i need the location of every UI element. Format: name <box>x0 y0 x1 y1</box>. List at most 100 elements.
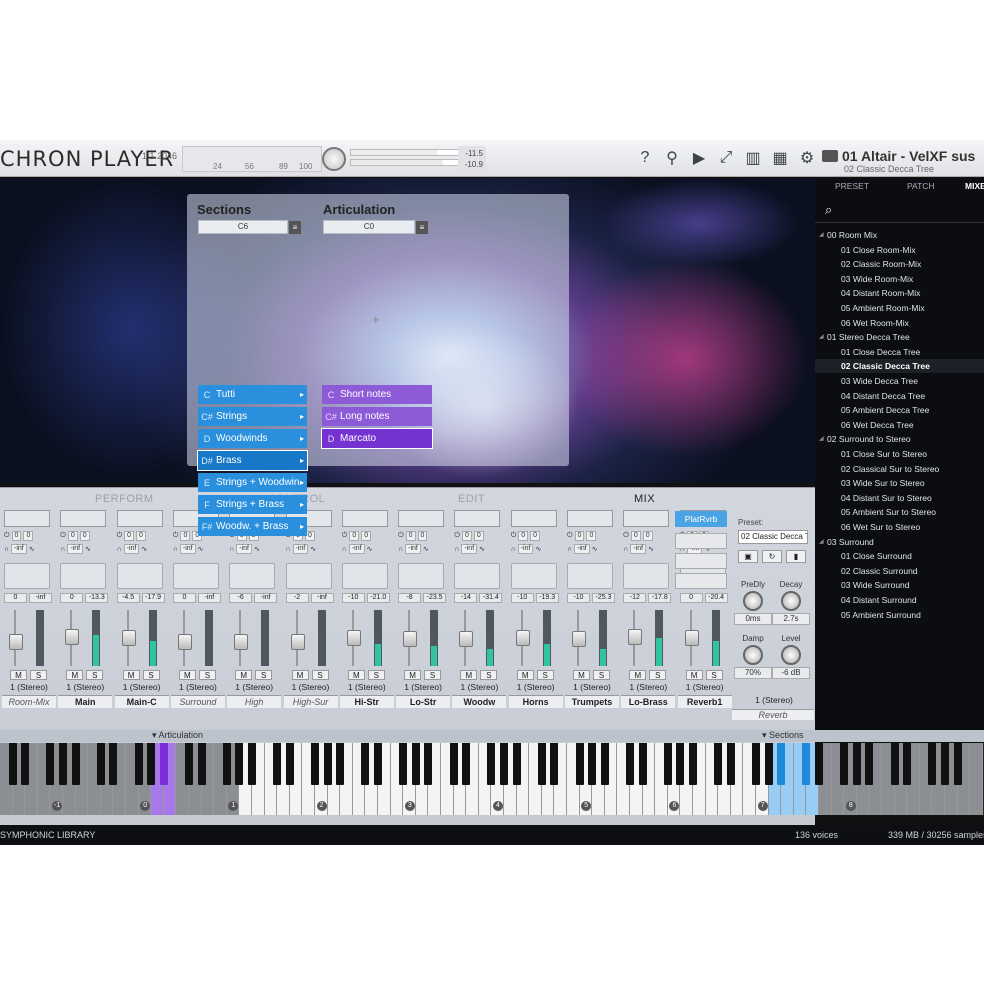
black-key[interactable] <box>248 743 256 785</box>
fader-cap[interactable] <box>65 628 80 645</box>
black-key[interactable] <box>689 743 697 785</box>
chip-icon[interactable]: ▦ <box>771 149 789 167</box>
black-key[interactable] <box>676 743 685 785</box>
pan-control[interactable] <box>341 563 388 589</box>
mute-button[interactable]: M <box>460 670 478 680</box>
keyboard-icon[interactable]: ▥ <box>744 149 762 167</box>
solo-button[interactable]: S <box>311 670 329 680</box>
volume-fader[interactable] <box>234 610 255 666</box>
volume-fader[interactable] <box>290 610 312 666</box>
black-key[interactable] <box>537 743 546 785</box>
black-key[interactable] <box>752 743 760 785</box>
phase-icon[interactable]: ∿ <box>423 545 429 553</box>
phase-icon[interactable]: ∿ <box>535 545 541 553</box>
preset-item[interactable]: 02 Classic Decca Tree <box>815 359 984 374</box>
black-key[interactable] <box>626 743 634 785</box>
power-icon[interactable]: ⏻ <box>173 532 179 540</box>
eq-display[interactable] <box>4 510 50 527</box>
strip-controls[interactable]: ⏻00 <box>342 531 390 541</box>
section-item[interactable]: C Tutti ▸ <box>198 385 307 404</box>
sections-zone-label[interactable]: ▾ Sections <box>762 730 804 741</box>
strip-controls[interactable]: ∩-inf∿ <box>286 544 334 554</box>
volume-fader[interactable] <box>403 610 424 666</box>
preset-item[interactable]: 01 Close Decca Tree <box>815 345 984 359</box>
pan-control[interactable] <box>623 563 670 589</box>
fader-cap[interactable] <box>290 634 305 650</box>
strip-controls[interactable]: ⏻00 <box>567 531 615 541</box>
output-select[interactable]: 1 (Stereo) <box>340 682 394 693</box>
phase-icon[interactable]: ∿ <box>85 545 91 553</box>
mute-button[interactable]: M <box>10 670 27 680</box>
power-icon[interactable]: ⏻ <box>60 532 66 540</box>
black-key[interactable] <box>928 743 937 785</box>
black-key[interactable] <box>197 743 206 785</box>
strip-controls[interactable]: ∩-inf∿ <box>511 544 559 554</box>
refresh-icon[interactable]: ↻ <box>762 550 782 563</box>
layers-icon[interactable]: ≡ <box>289 221 301 234</box>
strip-controls[interactable]: ∩-inf∿ <box>117 544 165 554</box>
volume-fader[interactable] <box>346 610 368 666</box>
black-key[interactable] <box>840 743 849 785</box>
phase-icon[interactable]: ∿ <box>592 545 598 553</box>
section-item[interactable]: D# Brass ▸ <box>197 450 308 471</box>
section-item[interactable]: E Strings + Woodwinds▸ <box>198 473 307 492</box>
eq-display[interactable] <box>623 510 670 527</box>
output-select[interactable]: 1 (Stereo) <box>115 682 169 693</box>
solo-button[interactable]: S <box>30 670 47 680</box>
phase-icon[interactable]: ∿ <box>367 545 373 553</box>
black-key[interactable] <box>399 743 408 785</box>
strip-controls[interactable]: ⏻00 <box>623 531 671 541</box>
patch-selector[interactable]: 01 Altair - VelXF sus <box>822 148 975 164</box>
fader-cap[interactable] <box>403 630 418 647</box>
black-key[interactable] <box>411 743 420 785</box>
expand-icon[interactable]: ⤢ <box>717 149 735 167</box>
black-key[interactable] <box>374 743 382 785</box>
volume-fader[interactable] <box>572 610 593 666</box>
delete-icon[interactable]: ▮ <box>786 550 806 563</box>
layers-icon[interactable]: ≡ <box>416 221 428 234</box>
preset-item[interactable]: 01 Close Sur to Stereo <box>815 447 984 461</box>
location-pin-icon[interactable]: ⚲ <box>663 149 681 167</box>
eq-display[interactable] <box>567 510 613 527</box>
preset-folder[interactable]: 00 Room Mix <box>815 228 984 242</box>
tab-edit[interactable]: EDIT <box>458 493 485 505</box>
insert-slot[interactable] <box>675 573 727 589</box>
gain-value[interactable]: -10 <box>567 593 590 603</box>
strip-controls[interactable]: ∩-inf∿ <box>567 544 615 554</box>
preset-item[interactable]: 04 Distant Decca Tree <box>815 389 984 403</box>
preset-item[interactable]: 02 Classic Surround <box>815 564 984 578</box>
strip-controls[interactable]: ⏻00 <box>511 531 559 541</box>
power-icon[interactable]: ⏻ <box>511 532 517 540</box>
black-key[interactable] <box>159 743 168 785</box>
gain-value[interactable]: -6 <box>229 593 253 603</box>
headphone-icon[interactable]: ∩ <box>342 546 347 553</box>
strip-controls[interactable]: ⏻00 <box>454 531 502 541</box>
piano-keyboard[interactable]: -1 0 1 2 3 4 5 6 7 8 <box>0 743 984 815</box>
black-key[interactable] <box>588 743 597 785</box>
volume-fader[interactable] <box>628 610 649 666</box>
power-icon[interactable]: ⏻ <box>342 532 348 540</box>
headphone-icon[interactable]: ∩ <box>60 546 65 553</box>
mute-button[interactable]: M <box>685 670 703 680</box>
solo-button[interactable]: S <box>198 670 216 680</box>
mute-button[interactable]: M <box>629 670 647 680</box>
gain-value[interactable]: 0 <box>60 593 84 603</box>
black-key[interactable] <box>575 743 584 785</box>
phase-icon[interactable]: ∿ <box>29 545 35 553</box>
save-icon[interactable]: ▣ <box>738 550 758 563</box>
reverb-preset-field[interactable]: 02 Classic Decca Tree <box>738 530 808 544</box>
preset-item[interactable]: 06 Wet Decca Tree <box>815 418 984 432</box>
gain-value[interactable]: -8 <box>398 593 422 603</box>
damp-knob[interactable]: Damp 70% <box>734 634 772 679</box>
volume-fader[interactable] <box>515 610 537 666</box>
black-key[interactable] <box>59 743 67 785</box>
preset-item[interactable]: 03 Wide Surround <box>815 578 984 592</box>
eq-display[interactable] <box>116 510 163 527</box>
mute-button[interactable]: M <box>178 670 196 680</box>
tab-patch[interactable]: PATCH <box>907 181 935 191</box>
black-key[interactable] <box>638 743 647 785</box>
gear-icon[interactable]: ⚙ <box>798 149 816 167</box>
strip-controls[interactable]: ∩-inf∿ <box>4 544 52 554</box>
headphone-icon[interactable]: ∩ <box>511 546 516 553</box>
preset-item[interactable]: 06 Wet Sur to Stereo <box>815 520 984 534</box>
